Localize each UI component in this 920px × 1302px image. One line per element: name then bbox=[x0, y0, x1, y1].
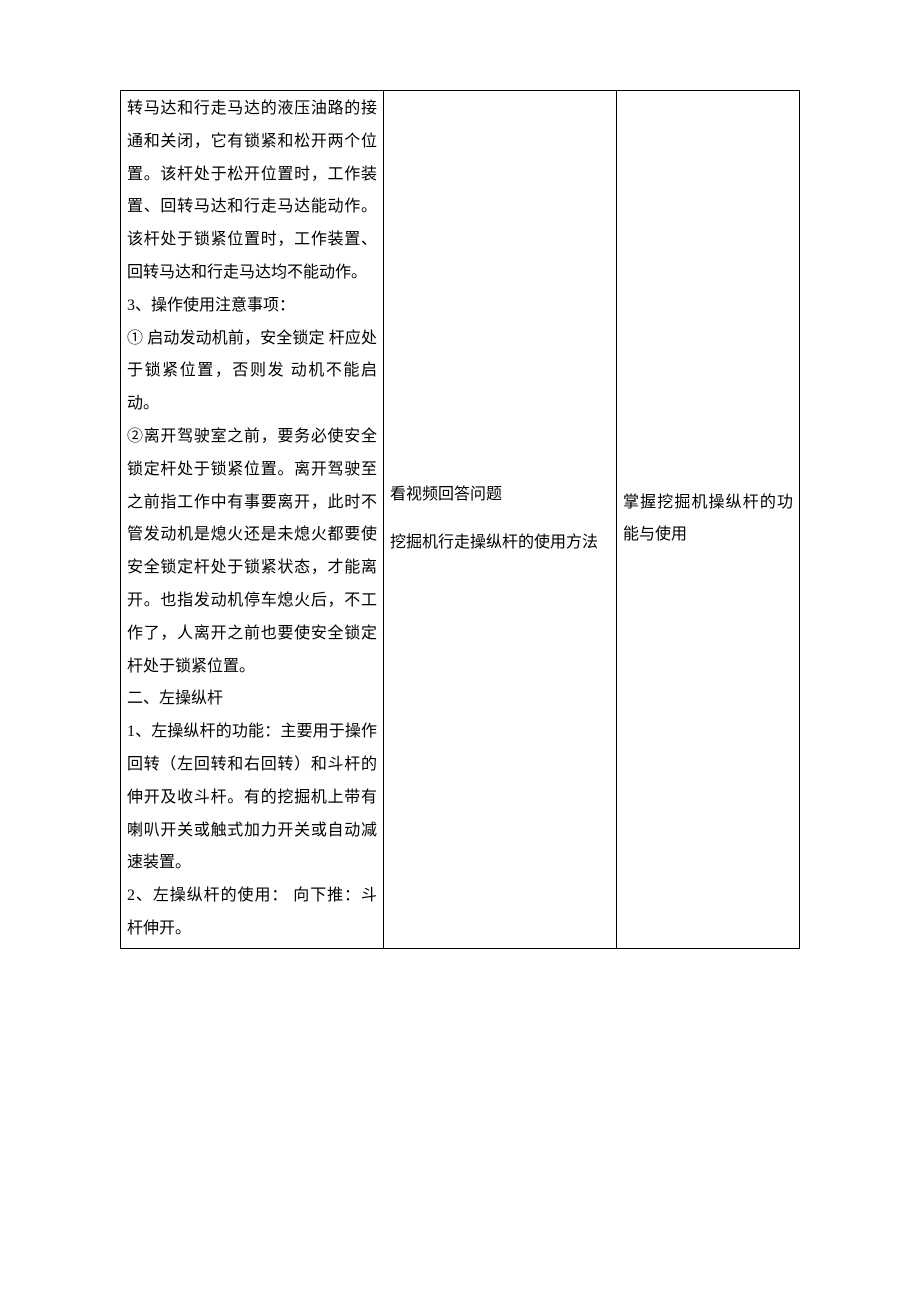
col1-paragraph: ②离开驾驶室之前，要务必使安全锁定杆处于锁紧位置。离开驾驶至之前指工作中有事要离… bbox=[127, 421, 377, 683]
table-row: 转马达和行走马达的液压油路的接通和关闭，它有锁紧和松开两个位置。该杆处于松开位置… bbox=[121, 91, 800, 949]
col1-paragraph: 2、左操纵杆的使用： 向下推：斗杆伸开。 bbox=[127, 880, 377, 946]
col2-line2: 挖掘机行走操纵杆的使用方法 bbox=[390, 527, 610, 560]
col1-paragraph: 3、操作使用注意事项： bbox=[127, 290, 377, 323]
col2-line1: 看视频回答问题 bbox=[390, 479, 610, 512]
col1-paragraph: 1、左操纵杆的功能：主要用于操作回转（左回转和右回转）和斗杆的伸开及收斗杆。有的… bbox=[127, 716, 377, 880]
cell-col2: 看视频回答问题 挖掘机行走操纵杆的使用方法 bbox=[384, 91, 617, 949]
col2-content: 看视频回答问题 挖掘机行走操纵杆的使用方法 bbox=[390, 479, 610, 561]
document-page: 转马达和行走马达的液压油路的接通和关闭，它有锁紧和松开两个位置。该杆处于松开位置… bbox=[0, 0, 920, 1302]
col1-paragraph: 转马达和行走马达的液压油路的接通和关闭，它有锁紧和松开两个位置。该杆处于松开位置… bbox=[127, 93, 377, 290]
col1-paragraph: ① 启动发动机前，安全锁定 杆应处于锁紧位置，否则发 动机不能启动。 bbox=[127, 323, 377, 421]
content-table: 转马达和行走马达的液压油路的接通和关闭，它有锁紧和松开两个位置。该杆处于松开位置… bbox=[120, 90, 800, 949]
cell-col3: 掌握挖掘机操纵杆的功能与使用 bbox=[617, 91, 800, 949]
col1-paragraph: 二、左操纵杆 bbox=[127, 683, 377, 716]
cell-col1: 转马达和行走马达的液压油路的接通和关闭，它有锁紧和松开两个位置。该杆处于松开位置… bbox=[121, 91, 384, 949]
col3-text: 掌握挖掘机操纵杆的功能与使用 bbox=[623, 494, 793, 544]
